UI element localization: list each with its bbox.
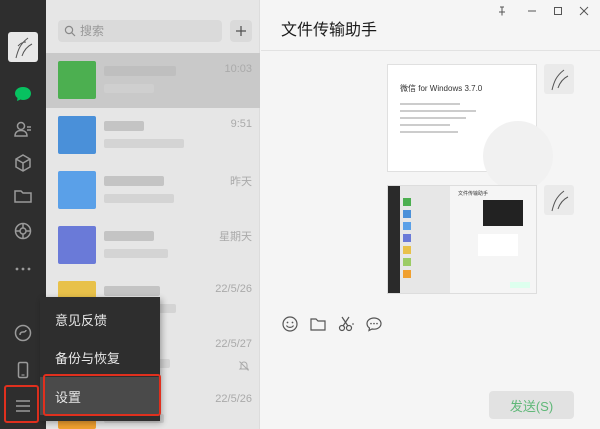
- search-box[interactable]: [58, 20, 222, 42]
- chat-time: 10:03: [224, 63, 252, 75]
- chat-item[interactable]: 昨天: [46, 163, 260, 218]
- title-divider: [261, 50, 600, 51]
- minimize-icon[interactable]: [523, 4, 541, 18]
- screenshot-text-line: [400, 131, 458, 133]
- screenshot-title: 文件传输助手: [458, 191, 489, 197]
- chat-time: 22/5/26: [215, 393, 252, 405]
- chat-item[interactable]: 9:51: [46, 108, 260, 163]
- scissors-icon[interactable]: [337, 315, 355, 333]
- menu-item-feedback[interactable]: 意见反馈: [40, 300, 160, 338]
- chat-avatar: [58, 61, 96, 99]
- contacts-icon[interactable]: [11, 117, 35, 141]
- chat-time: 星期天: [219, 231, 252, 243]
- sender-avatar[interactable]: [544, 185, 574, 215]
- chat-main-panel: 文件传输助手 微信 for Windows 3.7.0 文件传输助手 发送(S): [261, 0, 600, 429]
- chat-time: 昨天: [230, 176, 252, 188]
- close-icon[interactable]: [575, 4, 593, 18]
- blurred-name: [104, 66, 176, 76]
- screenshot-text-line: [400, 103, 460, 105]
- chat-bubble-icon[interactable]: [365, 315, 383, 333]
- chat-avatar: [58, 226, 96, 264]
- more-icon[interactable]: [11, 257, 35, 281]
- chat-avatar: [58, 116, 96, 154]
- mini-program-icon[interactable]: [11, 321, 35, 345]
- screenshot-decoration: [483, 121, 553, 191]
- sender-avatar[interactable]: [544, 64, 574, 94]
- avatar-sketch-icon: [551, 69, 569, 91]
- send-button[interactable]: 发送(S): [489, 391, 574, 419]
- blurred-message: [104, 249, 168, 258]
- search-icon: [64, 25, 76, 37]
- blurred-message: [104, 139, 184, 148]
- blurred-message: [104, 84, 154, 93]
- chat-title: 文件传输助手: [281, 22, 378, 39]
- settings-highlight: [43, 374, 161, 416]
- menu-item-backup[interactable]: 备份与恢复: [40, 338, 160, 376]
- mute-bell-icon: [238, 361, 250, 371]
- user-avatar[interactable]: [8, 32, 38, 62]
- chat-time: 9:51: [230, 118, 252, 130]
- phone-icon[interactable]: [11, 358, 35, 382]
- add-button[interactable]: [230, 20, 252, 42]
- pin-icon[interactable]: [493, 4, 511, 18]
- wechat-window: 10:03 9:51 昨天 星期天 22/5/26: [0, 0, 600, 429]
- blurred-name: [104, 176, 164, 186]
- favorites-cube-icon[interactable]: [11, 151, 35, 175]
- blurred-name: [104, 121, 144, 131]
- chat-time: 22/5/26: [215, 283, 252, 295]
- avatar-sketch-icon: [15, 37, 33, 59]
- blurred-name: [104, 286, 160, 296]
- wechat-screenshot-thumbnail: [388, 186, 536, 293]
- maximize-icon[interactable]: [549, 4, 567, 18]
- hamburger-highlight: [4, 385, 39, 423]
- screenshot-text-line: [400, 124, 450, 126]
- folder-icon[interactable]: [11, 184, 35, 208]
- chat-time: 22/5/27: [215, 338, 252, 350]
- blurred-message: [104, 194, 174, 203]
- plus-icon: [236, 26, 246, 36]
- emoji-icon[interactable]: [281, 315, 299, 333]
- screenshot-text-line: [400, 110, 476, 112]
- image-message[interactable]: 微信 for Windows 3.7.0: [387, 64, 553, 191]
- avatar-sketch-icon: [551, 190, 569, 212]
- chat-icon[interactable]: [11, 82, 35, 106]
- search-input[interactable]: [80, 24, 210, 38]
- moments-icon[interactable]: [11, 219, 35, 243]
- chat-item[interactable]: 10:03: [46, 53, 260, 108]
- screenshot-title: 微信 for Windows 3.7.0: [400, 84, 483, 93]
- image-message[interactable]: 文件传输助手: [387, 185, 537, 294]
- blurred-name: [104, 231, 154, 241]
- chat-avatar: [58, 171, 96, 209]
- screenshot-text-line: [400, 117, 466, 119]
- chat-item[interactable]: 星期天: [46, 218, 260, 273]
- folder-icon[interactable]: [309, 315, 327, 333]
